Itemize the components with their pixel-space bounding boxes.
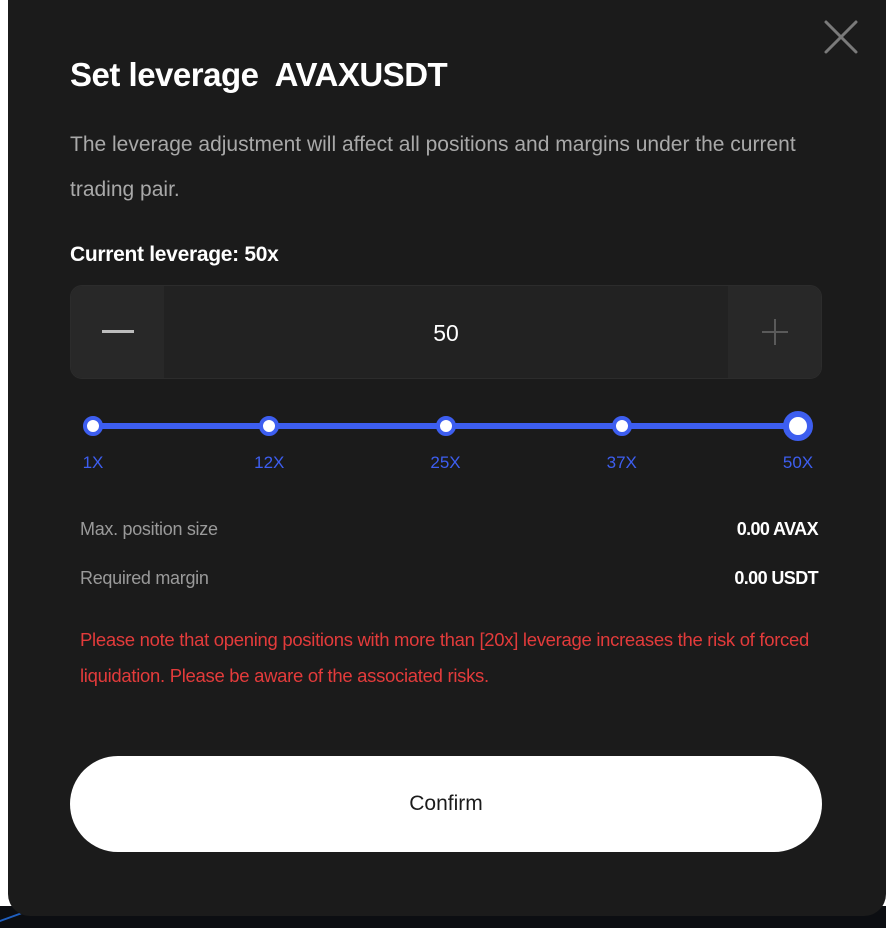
max-position-row: Max. position size 0.00 AVAX — [80, 514, 819, 544]
leverage-input[interactable] — [164, 286, 728, 380]
close-icon — [824, 20, 858, 54]
slider-tick-label[interactable]: 50X — [783, 453, 813, 473]
leverage-slider[interactable]: 1X 12X 25X 37X 50X — [70, 405, 822, 475]
close-button[interactable] — [822, 18, 860, 56]
risk-warning: Please note that opening positions with … — [80, 629, 809, 686]
slider-tick-label[interactable]: 1X — [83, 453, 104, 473]
max-position-label: Max. position size — [80, 518, 218, 539]
slider-handle[interactable] — [783, 411, 813, 441]
slider-tick-label[interactable]: 12X — [254, 453, 284, 473]
plus-icon — [761, 319, 788, 345]
slider-mark-37x[interactable] — [611, 416, 632, 436]
required-margin-label: Required margin — [80, 567, 209, 588]
dialog-title: Set leverage AVAXUSDT — [70, 56, 448, 93]
slider-tick-label[interactable]: 25X — [430, 453, 460, 473]
dialog-description: The leverage adjustment will affect all … — [70, 133, 796, 201]
slider-mark-1x[interactable] — [83, 416, 103, 436]
increase-leverage-button[interactable] — [728, 286, 821, 378]
required-margin-value: 0.00 USDT — [734, 567, 818, 588]
required-margin-row: Required margin 0.00 USDT — [80, 563, 819, 593]
max-position-value: 0.00 AVAX — [736, 518, 819, 539]
set-leverage-dialog: Set leverage AVAXUSDT The leverage adjus… — [8, 0, 886, 916]
current-leverage-label: Current leverage: 50x — [70, 243, 279, 266]
confirm-button[interactable]: Confirm — [70, 756, 822, 852]
slider-tick-label[interactable]: 37X — [607, 453, 637, 473]
minus-icon — [101, 330, 134, 333]
slider-mark-25x[interactable] — [435, 416, 456, 436]
slider-mark-12x[interactable] — [259, 416, 280, 436]
leverage-stepper — [70, 285, 822, 380]
decrease-leverage-button[interactable] — [71, 286, 164, 378]
